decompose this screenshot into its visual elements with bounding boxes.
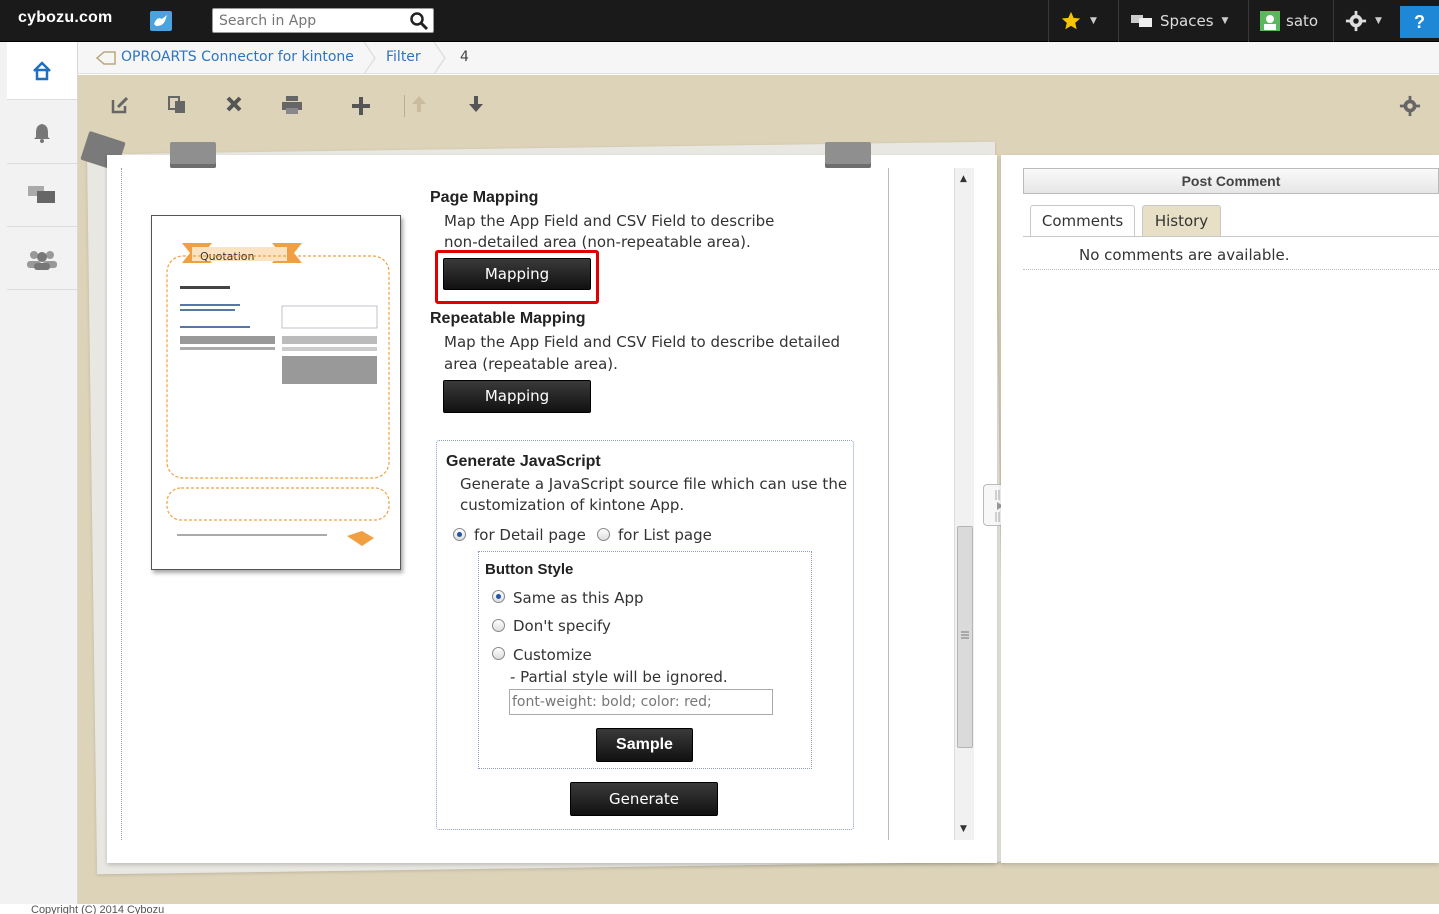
delete-icon[interactable] bbox=[225, 95, 243, 113]
page-mapping-button[interactable]: Mapping bbox=[443, 258, 591, 290]
star-icon bbox=[1061, 11, 1081, 30]
settings-menu[interactable]: ▼ bbox=[1345, 0, 1382, 42]
copy-icon[interactable] bbox=[167, 95, 187, 115]
sidebar-item-notifications[interactable] bbox=[7, 102, 77, 164]
detail-page-label[interactable]: for Detail page bbox=[474, 526, 586, 544]
separator bbox=[1118, 0, 1119, 42]
spaces-menu[interactable]: Spaces ▼ bbox=[1130, 0, 1228, 42]
grip-icon bbox=[961, 631, 969, 639]
paper-clip bbox=[170, 142, 216, 168]
separator bbox=[1048, 0, 1049, 42]
print-icon[interactable] bbox=[281, 95, 303, 115]
gear-icon bbox=[1345, 10, 1367, 32]
settings-icon[interactable] bbox=[1399, 95, 1421, 117]
search-box bbox=[212, 8, 434, 33]
content-scrollbar[interactable]: ▲ ▼ bbox=[954, 168, 974, 840]
arrow-up-icon[interactable] bbox=[411, 95, 427, 113]
sidebar-item-groups[interactable] bbox=[7, 228, 77, 290]
list-page-radio[interactable] bbox=[597, 528, 610, 541]
generate-button[interactable]: Generate bbox=[570, 782, 718, 816]
top-bar: cybozu.com ▼ Spaces ▼ sato ▼ ? bbox=[0, 0, 1439, 42]
page-mapping-title: Page Mapping bbox=[430, 189, 539, 206]
repeatable-mapping-title: Repeatable Mapping bbox=[430, 310, 586, 327]
button-style-title: Button Style bbox=[485, 561, 574, 578]
record-toolbar bbox=[78, 75, 1439, 135]
chat-icon bbox=[28, 185, 55, 203]
style-none-radio[interactable] bbox=[492, 619, 505, 632]
style-same-radio[interactable] bbox=[492, 590, 505, 603]
sidebar-item-people[interactable] bbox=[7, 165, 77, 227]
chevron-down-icon: ▼ bbox=[1090, 16, 1097, 26]
style-none-label[interactable]: Don't specify bbox=[513, 617, 611, 635]
style-note: - Partial style will be ignored. bbox=[510, 668, 728, 686]
breadcrumb-separator-icon bbox=[433, 42, 446, 74]
empty-comments-message: No comments are available. bbox=[1079, 246, 1290, 264]
page-mapping-desc-line1: Map the App Field and CSV Field to descr… bbox=[444, 212, 775, 230]
sample-button[interactable]: Sample bbox=[596, 728, 693, 762]
arrow-down-icon[interactable] bbox=[468, 95, 484, 113]
repeatable-mapping-desc-line1: Map the App Field and CSV Field to descr… bbox=[444, 333, 841, 351]
user-menu[interactable]: sato bbox=[1260, 0, 1318, 42]
generate-js-desc-line1: Generate a JavaScript source file which … bbox=[460, 475, 848, 493]
paper-clip bbox=[825, 142, 871, 168]
style-custom-label[interactable]: Customize bbox=[513, 646, 592, 664]
breadcrumb-record-number: 4 bbox=[460, 49, 469, 65]
chevron-down-icon: ▼ bbox=[1221, 16, 1229, 26]
app-icon bbox=[96, 51, 116, 65]
user-avatar-icon bbox=[1260, 11, 1280, 31]
search-icon[interactable] bbox=[409, 11, 429, 35]
tab-divider bbox=[1023, 236, 1439, 237]
breadcrumb-app-link[interactable]: OPROARTS Connector for kintone bbox=[121, 49, 354, 65]
custom-style-input[interactable] bbox=[509, 689, 773, 715]
style-same-label[interactable]: Same as this App bbox=[513, 589, 644, 607]
left-sidebar bbox=[0, 42, 78, 914]
style-custom-radio[interactable] bbox=[492, 647, 505, 660]
favorites-menu[interactable]: ▼ bbox=[1060, 0, 1097, 42]
toolbar-divider bbox=[404, 95, 405, 117]
document-preview: Quotation bbox=[151, 215, 401, 570]
search-input[interactable] bbox=[219, 11, 399, 31]
scroll-down-icon[interactable]: ▼ bbox=[960, 824, 967, 834]
sidebar-item-home[interactable] bbox=[7, 42, 77, 100]
separator bbox=[1333, 0, 1334, 42]
scrollbar-thumb[interactable] bbox=[957, 526, 973, 748]
kintone-app-icon[interactable] bbox=[150, 11, 172, 31]
add-icon[interactable] bbox=[350, 95, 372, 117]
comments-divider bbox=[1023, 269, 1439, 270]
breadcrumb-view-link[interactable]: Filter bbox=[386, 49, 421, 65]
generate-js-desc-line2: customization of kintone App. bbox=[460, 496, 685, 514]
user-name: sato bbox=[1286, 12, 1319, 30]
repeatable-mapping-button[interactable]: Mapping bbox=[443, 380, 591, 413]
tab-history[interactable]: History bbox=[1142, 205, 1221, 236]
breadcrumb: OPROARTS Connector for kintone Filter 4 bbox=[78, 42, 1439, 74]
spaces-icon bbox=[1131, 15, 1152, 27]
list-page-label[interactable]: for List page bbox=[618, 526, 712, 544]
group-icon bbox=[27, 250, 57, 270]
edit-icon[interactable] bbox=[110, 95, 130, 115]
footer bbox=[0, 904, 1439, 914]
home-icon bbox=[33, 60, 51, 80]
generate-js-title: Generate JavaScript bbox=[446, 453, 601, 470]
breadcrumb-separator-icon bbox=[363, 42, 376, 74]
spaces-label: Spaces bbox=[1160, 12, 1214, 30]
quotation-thumbnail: Quotation bbox=[166, 243, 390, 546]
tab-comments[interactable]: Comments bbox=[1030, 205, 1135, 236]
repeatable-mapping-desc-line2: area (repeatable area). bbox=[444, 355, 618, 373]
chevron-down-icon: ▼ bbox=[1375, 16, 1382, 26]
help-button[interactable]: ? bbox=[1400, 6, 1439, 38]
copyright-text: Copyright (C) 2014 Cybozu bbox=[31, 904, 165, 914]
scroll-up-icon[interactable]: ▲ bbox=[960, 174, 967, 184]
post-comment-button[interactable]: Post Comment bbox=[1023, 168, 1439, 194]
separator bbox=[1248, 0, 1249, 42]
cybozu-logo[interactable]: cybozu.com bbox=[18, 9, 112, 27]
detail-page-radio[interactable] bbox=[453, 528, 466, 541]
bell-icon bbox=[34, 123, 50, 143]
